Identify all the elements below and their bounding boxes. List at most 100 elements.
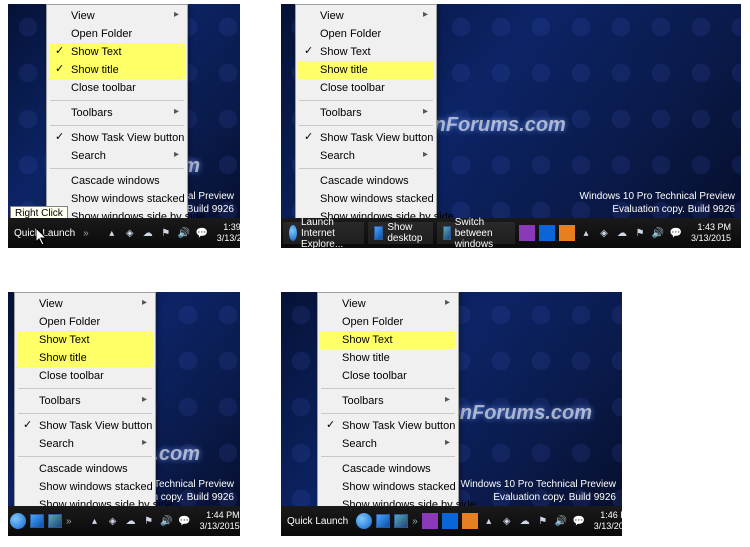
menu-show-text[interactable]: Show Text [298,43,434,61]
menu-stacked[interactable]: Show windows stacked [17,478,153,496]
tray-icon[interactable] [422,513,438,529]
menu-close-toolbar[interactable]: Close toolbar [49,79,185,97]
tray-onedrive-icon[interactable]: ☁ [141,226,155,240]
menu-stacked[interactable]: Show windows stacked [320,478,456,496]
tray-onedrive-icon[interactable]: ☁ [124,514,138,528]
ie-icon[interactable] [356,513,372,529]
menu-show-task-view[interactable]: Show Task View button [17,417,153,435]
taskbar-context-menu[interactable]: View Open Folder Show Text Show title Cl… [295,4,437,248]
menu-show-title[interactable]: Show title [298,61,434,79]
menu-cascade[interactable]: Cascade windows [49,172,185,190]
menu-view[interactable]: View [49,7,185,25]
menu-show-title[interactable]: Show title [49,61,185,79]
taskbar-chevron-icon[interactable]: » [64,516,74,527]
taskbar-chevron-icon[interactable]: » [81,228,91,239]
taskbar-chevron-icon[interactable]: » [410,516,420,527]
taskbar-context-menu[interactable]: View Open Folder Show Text Show title Cl… [14,292,156,536]
menu-toolbars[interactable]: Toolbars [298,104,434,122]
menu-toolbars[interactable]: Toolbars [17,392,153,410]
clock-time: 1:39 PM [217,222,240,233]
tray-notifications-icon[interactable]: 💬 [572,514,586,528]
taskbar-clock[interactable]: 1:44 PM 3/13/2015 [194,510,240,532]
tray-up-icon[interactable]: ▴ [88,514,102,528]
taskbar-launch-ie[interactable]: Launch Internet Explore... [283,222,364,244]
tray-flag-icon[interactable]: ⚑ [536,514,550,528]
menu-cascade[interactable]: Cascade windows [298,172,434,190]
tray-flag-icon[interactable]: ⚑ [633,226,647,240]
taskbar-clock[interactable]: 1:46 PM 3/13/2015 [588,510,622,532]
menu-stacked-label: Show windows stacked [39,481,153,493]
tray-notifications-icon[interactable]: 💬 [669,226,683,240]
menu-show-title[interactable]: Show title [17,349,153,367]
taskbar-context-menu[interactable]: View Open Folder Show Text Show title Cl… [317,292,459,536]
tray-flag-icon[interactable]: ⚑ [159,226,173,240]
taskbar-clock[interactable]: 1:43 PM 3/13/2015 [685,222,737,244]
menu-close-toolbar[interactable]: Close toolbar [17,367,153,385]
tray-network-icon[interactable]: ◈ [500,514,514,528]
menu-open-folder[interactable]: Open Folder [17,313,153,331]
menu-open-folder[interactable]: Open Folder [49,25,185,43]
menu-toolbars[interactable]: Toolbars [49,104,185,122]
taskbar-quick-launch-label[interactable]: Quick Launch [8,228,81,239]
tray-flag-icon[interactable]: ⚑ [142,514,156,528]
tray-notifications-icon[interactable]: 💬 [195,226,209,240]
screenshot-panel-2: TenForums.com Windows 10 Pro Technical P… [281,4,741,248]
menu-view[interactable]: View [320,295,456,313]
menu-cascade[interactable]: Cascade windows [17,460,153,478]
menu-search[interactable]: Search [49,147,185,165]
taskbar[interactable]: Launch Internet Explore... Show desktop … [281,218,741,248]
show-desktop-icon[interactable] [376,513,390,529]
taskbar-clock[interactable]: 1:39 PM 3/13/2015 [211,222,240,244]
switch-windows-icon[interactable] [394,513,408,529]
tray-notifications-icon[interactable]: 💬 [178,514,192,528]
menu-show-text[interactable]: Show Text [320,331,456,349]
taskbar-switch-windows-button[interactable]: Switch between windows [437,222,515,244]
tray-icon[interactable] [539,225,555,241]
tray-up-icon[interactable]: ▴ [105,226,119,240]
menu-cascade[interactable]: Cascade windows [320,460,456,478]
menu-close-toolbar[interactable]: Close toolbar [298,79,434,97]
tray-network-icon[interactable]: ◈ [106,514,120,528]
taskbar[interactable]: Quick Launch » ▴ ◈ ☁ ⚑ 🔊 💬 1:46 PM 3/13/… [281,506,622,536]
tray-up-icon[interactable]: ▴ [579,226,593,240]
tray-network-icon[interactable]: ◈ [123,226,137,240]
menu-show-task-view[interactable]: Show Task View button [320,417,456,435]
tray-icon[interactable] [442,513,458,529]
switch-windows-icon[interactable] [48,513,62,529]
menu-search[interactable]: Search [320,435,456,453]
menu-stacked[interactable]: Show windows stacked [49,190,185,208]
menu-view[interactable]: View [298,7,434,25]
taskbar[interactable]: Quick Launch » ▴ ◈ ☁ ⚑ 🔊 💬 1:39 PM 3/13/… [8,218,240,248]
menu-show-text[interactable]: Show Text [49,43,185,61]
tray-onedrive-icon[interactable]: ☁ [615,226,629,240]
show-desktop-icon[interactable] [30,513,44,529]
ie-icon[interactable] [10,513,26,529]
tray-up-icon[interactable]: ▴ [482,514,496,528]
taskbar-quick-launch-label[interactable]: Quick Launch [281,516,354,527]
taskbar-show-desktop-button[interactable]: Show desktop [368,222,433,244]
tray-icon[interactable] [559,225,575,241]
tray-icon[interactable] [462,513,478,529]
tray-onedrive-icon[interactable]: ☁ [518,514,532,528]
tray-volume-icon[interactable]: 🔊 [651,226,665,240]
menu-open-folder[interactable]: Open Folder [298,25,434,43]
tray-network-icon[interactable]: ◈ [597,226,611,240]
menu-view[interactable]: View [17,295,153,313]
menu-open-folder-label: Open Folder [71,28,132,40]
taskbar[interactable]: » ▴ ◈ ☁ ⚑ 🔊 💬 1:44 PM 3/13/2015 [8,506,240,536]
menu-toolbars[interactable]: Toolbars [320,392,456,410]
menu-show-title[interactable]: Show title [320,349,456,367]
menu-search[interactable]: Search [17,435,153,453]
menu-search[interactable]: Search [298,147,434,165]
menu-open-folder[interactable]: Open Folder [320,313,456,331]
menu-stacked[interactable]: Show windows stacked [298,190,434,208]
menu-open-folder-label: Open Folder [320,28,381,40]
tray-volume-icon[interactable]: 🔊 [554,514,568,528]
menu-show-task-view[interactable]: Show Task View button [49,129,185,147]
tray-icon[interactable] [519,225,535,241]
tray-volume-icon[interactable]: 🔊 [177,226,191,240]
menu-show-task-view[interactable]: Show Task View button [298,129,434,147]
menu-close-toolbar[interactable]: Close toolbar [320,367,456,385]
menu-show-text[interactable]: Show Text [17,331,153,349]
tray-volume-icon[interactable]: 🔊 [160,514,174,528]
